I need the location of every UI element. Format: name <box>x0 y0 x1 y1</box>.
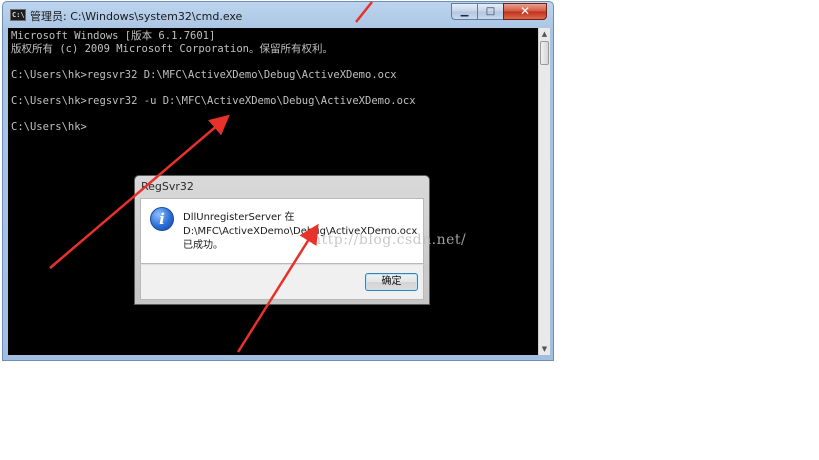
arrow-to-command <box>49 114 230 269</box>
arrow-to-dialog-message <box>236 223 319 353</box>
annotation-arrows <box>49 1 373 353</box>
arrow-top-edge <box>355 1 373 23</box>
